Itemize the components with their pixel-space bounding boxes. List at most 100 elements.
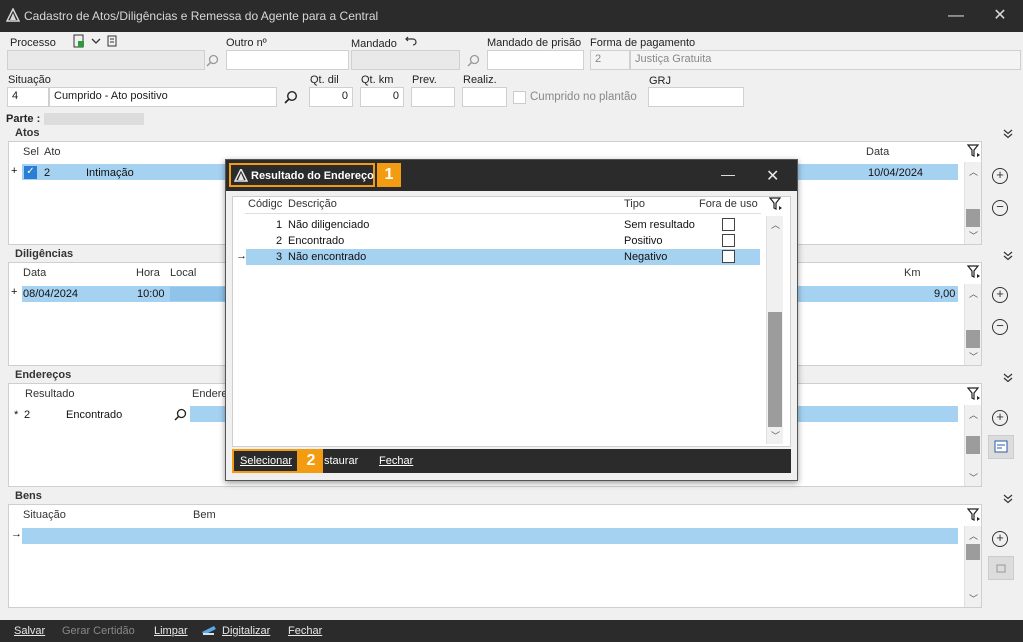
scroll-down-icon[interactable]: ﹀ xyxy=(965,471,982,484)
scroll-thumb[interactable] xyxy=(966,330,980,348)
restaurar-button[interactable]: staurar xyxy=(324,455,358,467)
scroll-thumb[interactable] xyxy=(966,436,980,454)
add-icon[interactable]: + xyxy=(992,531,1008,547)
filter-icon[interactable] xyxy=(966,265,981,279)
remove-icon[interactable]: − xyxy=(992,319,1008,335)
row-tipo: Negativo xyxy=(624,251,668,263)
table-row[interactable] xyxy=(22,528,958,544)
new-document-icon[interactable] xyxy=(72,34,86,51)
scroll-down-icon[interactable]: ﹀ xyxy=(965,350,982,363)
filter-icon[interactable] xyxy=(966,144,981,158)
add-icon[interactable]: + xyxy=(992,168,1008,184)
row-codigo: 2 xyxy=(276,235,283,247)
selecionar-button[interactable]: Selecionar xyxy=(240,455,292,467)
add-icon[interactable]: + xyxy=(992,410,1008,426)
minimize-button[interactable]: — xyxy=(946,6,966,26)
atos-scrollbar[interactable]: ︿ ﹀ xyxy=(964,162,981,244)
enderecos-scrollbar[interactable]: ︿ ﹀ xyxy=(964,405,981,486)
row-tipo: Positivo xyxy=(624,235,663,247)
scroll-up-icon[interactable]: ︿ xyxy=(965,529,982,542)
fechar-button[interactable]: Fechar xyxy=(379,455,413,467)
dialog-scrollbar[interactable]: ︿ ﹀ xyxy=(766,216,783,444)
address-card-button[interactable] xyxy=(988,435,1014,459)
fora-uso-checkbox[interactable] xyxy=(722,250,735,263)
scroll-up-icon[interactable]: ︿ xyxy=(767,218,784,231)
end-num: 2 xyxy=(24,409,31,421)
grj-input[interactable] xyxy=(648,87,744,107)
end-resultado: Encontrado xyxy=(66,409,123,421)
dialog-title: Resultado do Endereço xyxy=(251,170,374,182)
ato-num: 2 xyxy=(44,167,51,179)
search-icon[interactable] xyxy=(206,54,219,70)
search-icon[interactable] xyxy=(284,90,298,107)
scroll-thumb[interactable] xyxy=(768,312,782,427)
fora-uso-checkbox[interactable] xyxy=(722,234,735,247)
scroll-up-icon[interactable]: ︿ xyxy=(965,165,982,178)
search-icon[interactable] xyxy=(467,54,480,70)
scroll-thumb[interactable] xyxy=(966,544,980,560)
prev-input[interactable] xyxy=(411,87,455,107)
cumprido-plantao-checkbox[interactable] xyxy=(513,91,526,104)
mandado-prisao-label: Mandado de prisão xyxy=(487,37,582,49)
scroll-up-icon[interactable]: ︿ xyxy=(965,408,982,421)
qt-km-input[interactable]: 0 xyxy=(360,87,404,107)
gerar-certidao-button[interactable]: Gerar Certidão xyxy=(62,625,135,637)
scroll-up-icon[interactable]: ︿ xyxy=(965,287,982,300)
forma-pagamento-code[interactable]: 2 xyxy=(590,50,630,70)
add-icon[interactable]: + xyxy=(992,287,1008,303)
collapse-chevron-icon[interactable] xyxy=(1002,493,1014,506)
dialog-bottom-toolbar: Selecionar 2 staurar Fechar xyxy=(232,449,791,473)
bens-scrollbar[interactable]: ︿ ﹀ xyxy=(964,526,981,607)
limpar-button[interactable]: Limpar xyxy=(154,625,188,637)
scanner-icon[interactable] xyxy=(201,623,217,640)
undo-icon[interactable] xyxy=(405,34,417,49)
forma-pagamento-value[interactable]: Justiça Gratuita xyxy=(630,50,1021,70)
chevron-down-icon[interactable] xyxy=(91,36,101,49)
digitalizar-button[interactable]: Digitalizar xyxy=(222,625,270,637)
close-button[interactable]: ✕ xyxy=(990,6,1010,26)
salvar-button[interactable]: Salvar xyxy=(14,625,45,637)
col-codigo: Códigc xyxy=(248,198,283,210)
collapse-chevron-icon[interactable] xyxy=(1002,128,1014,141)
filter-icon[interactable] xyxy=(966,387,981,401)
close-button[interactable]: ✕ xyxy=(766,166,779,186)
disabled-tool-button[interactable] xyxy=(988,556,1014,580)
remove-icon[interactable]: − xyxy=(992,200,1008,216)
col-descricao: Descrição xyxy=(288,198,337,210)
realiz-input[interactable] xyxy=(462,87,507,107)
collapse-chevron-icon[interactable] xyxy=(1002,372,1014,385)
outro-input[interactable] xyxy=(226,50,349,70)
window-title: Cadastro de Atos/Diligências e Remessa d… xyxy=(24,9,379,23)
diligencias-scrollbar[interactable]: ︿ ﹀ xyxy=(964,284,981,365)
processo-input[interactable] xyxy=(7,50,205,70)
scroll-thumb[interactable] xyxy=(966,209,980,227)
document-icon[interactable] xyxy=(107,35,118,50)
dil-col-hora: Hora xyxy=(136,267,160,279)
row-tipo: Sem resultado xyxy=(624,219,695,231)
sel-checkbox[interactable]: ✓ xyxy=(24,166,37,179)
col-tipo: Tipo xyxy=(624,198,645,210)
resultado-endereco-dialog: Resultado do Endereço 1 — ✕ Códigc Descr… xyxy=(225,159,798,481)
mandado-prisao-input[interactable] xyxy=(487,50,584,70)
atos-title: Atos xyxy=(15,127,40,139)
filter-icon[interactable] xyxy=(966,508,981,522)
collapse-chevron-icon[interactable] xyxy=(1002,250,1014,263)
scroll-down-icon[interactable]: ﹀ xyxy=(965,229,982,242)
ato-date: 10/04/2024 xyxy=(868,167,924,179)
search-icon[interactable] xyxy=(174,408,187,424)
filter-icon[interactable] xyxy=(768,197,783,211)
qt-dil-input[interactable]: 0 xyxy=(309,87,353,107)
atos-col-ato: Ato xyxy=(44,146,61,158)
scroll-down-icon[interactable]: ﹀ xyxy=(965,592,982,605)
bens-grid xyxy=(8,504,982,608)
qt-km-label: Qt. km xyxy=(361,74,394,86)
situacao-value[interactable]: Cumprido - Ato positivo xyxy=(49,87,277,107)
fora-uso-checkbox[interactable] xyxy=(722,218,735,231)
mandado-input[interactable] xyxy=(351,50,460,70)
situacao-code[interactable]: 4 xyxy=(7,87,49,107)
fechar-button[interactable]: Fechar xyxy=(288,625,322,637)
minimize-button[interactable]: — xyxy=(721,166,735,182)
scroll-down-icon[interactable]: ﹀ xyxy=(767,429,784,442)
bens-title: Bens xyxy=(15,490,42,502)
step-badge-1: 1 xyxy=(377,163,401,187)
